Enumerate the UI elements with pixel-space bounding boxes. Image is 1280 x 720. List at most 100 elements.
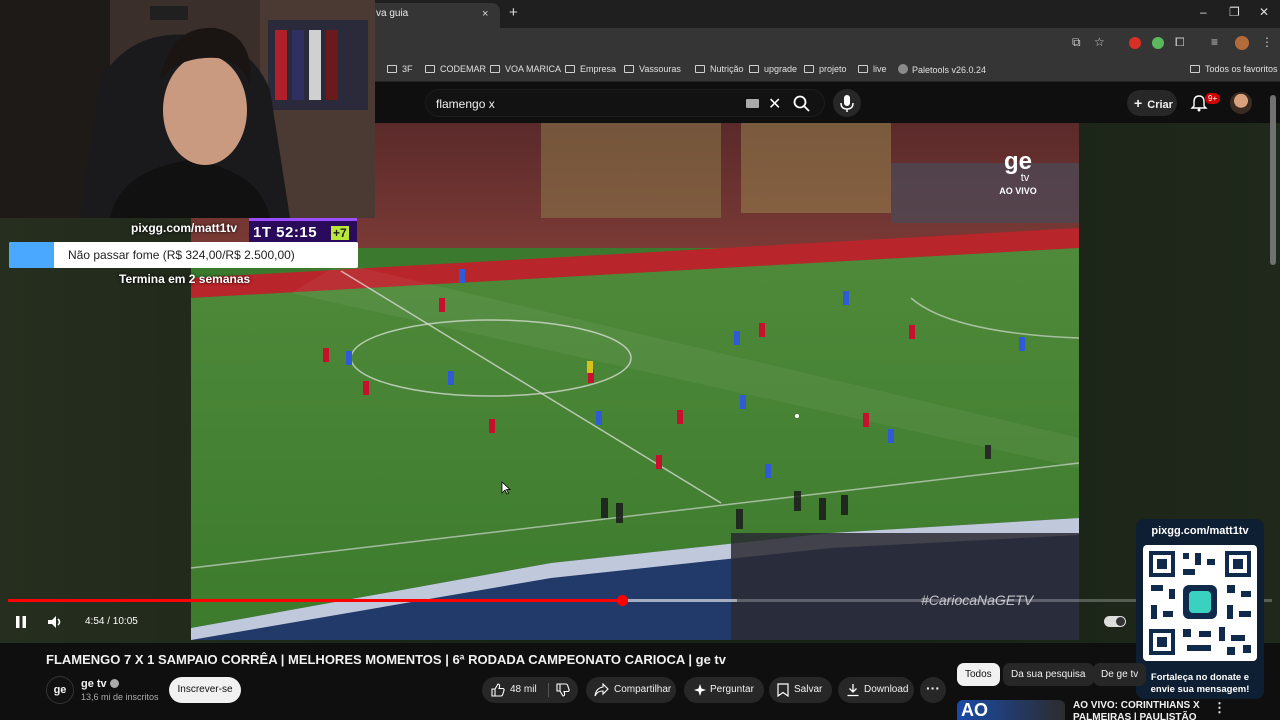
- like-count[interactable]: 48 mil: [510, 677, 537, 703]
- download-label: Download: [864, 684, 909, 695]
- qr-title: pixgg.com/matt1tv: [1151, 525, 1249, 537]
- broadcast-logo-text: ge: [1003, 148, 1032, 175]
- notification-badge: 9+: [1205, 93, 1221, 104]
- qr-code-image: [1143, 545, 1257, 661]
- extension-red-icon[interactable]: [1129, 37, 1141, 49]
- like-divider: [548, 683, 549, 697]
- restore-button[interactable]: ❐: [1229, 5, 1240, 19]
- folder-icon: [624, 65, 634, 73]
- ask-label: Perguntar: [710, 684, 754, 695]
- bookmark-star-icon[interactable]: ☆: [1094, 35, 1105, 49]
- globe-icon: [898, 64, 908, 74]
- mouse-cursor-icon: [501, 481, 511, 495]
- browser-tab[interactable]: va guia ×: [375, 3, 500, 28]
- bookmark-label: 3F: [402, 64, 413, 74]
- extension-green-icon[interactable]: [1152, 37, 1164, 49]
- page-scrollbar[interactable]: [1270, 95, 1276, 265]
- dislike-icon[interactable]: [556, 683, 570, 697]
- folder-icon: [858, 65, 868, 73]
- folder-icon: [425, 65, 435, 73]
- related-video-menu-icon[interactable]: ⋮: [1213, 700, 1226, 716]
- save-label: Salvar: [794, 684, 823, 695]
- related-video-thumbnail[interactable]: AO: [957, 700, 1065, 720]
- profile-avatar-icon[interactable]: [1235, 36, 1249, 50]
- share-label: Compartilhar: [614, 684, 672, 695]
- progress-bar[interactable]: [8, 595, 1272, 606]
- broadcast-logo: ge tv AO VIVO: [993, 148, 1043, 197]
- qr-message-line1: Fortaleça no donate e: [1150, 672, 1250, 683]
- media-control-icon[interactable]: ≡: [1211, 35, 1218, 49]
- search-input[interactable]: [436, 97, 736, 111]
- clear-search-icon[interactable]: ✕: [768, 94, 781, 114]
- share-button[interactable]: Compartilhar: [586, 677, 676, 703]
- qr-message-line2: envie sua mensagem!: [1150, 684, 1250, 695]
- chip-all[interactable]: Todos: [957, 663, 1000, 686]
- folder-icon: [565, 65, 575, 73]
- ask-button[interactable]: Perguntar: [684, 677, 764, 703]
- bookmark-item[interactable]: CODEMAR: [425, 64, 486, 74]
- match-clock-time: 1T 52:15: [253, 224, 318, 241]
- bookmark-item[interactable]: live: [858, 64, 887, 74]
- new-tab-button[interactable]: +: [509, 4, 518, 21]
- create-button[interactable]: + Criar: [1127, 90, 1177, 116]
- browser-toolbar: ⧉ ☆ ⧠ ≡ ⋮: [375, 28, 1280, 58]
- pause-icon[interactable]: [12, 613, 30, 631]
- bookmark-label: live: [873, 64, 887, 74]
- chip-from-search[interactable]: Da sua pesquisa: [1003, 663, 1094, 686]
- search-icon[interactable]: [792, 94, 812, 114]
- match-stoppage-time: +7: [331, 226, 349, 240]
- bookmark-icon: [777, 683, 789, 697]
- folder-icon: [804, 65, 814, 73]
- channel-name[interactable]: ge tv: [81, 678, 119, 690]
- bookmarks-bar: Todos os favoritos 3F CODEMAR VOA MARICA Em…: [375, 58, 1280, 82]
- bookmark-item[interactable]: Paletools v26.0.24: [898, 64, 986, 75]
- tab-close-icon[interactable]: ×: [482, 3, 488, 25]
- subscribe-button[interactable]: Inscrever-se: [169, 677, 241, 703]
- folder-icon: [1190, 65, 1200, 73]
- more-actions-button[interactable]: ···: [920, 677, 946, 703]
- bookmark-item[interactable]: Vassouras: [624, 64, 681, 74]
- bookmark-item[interactable]: projeto: [804, 64, 847, 74]
- related-video-title[interactable]: AO VIVO: CORINTHIANS X PALMEIRAS | PAULI…: [1073, 700, 1213, 720]
- bookmark-item[interactable]: upgrade: [749, 64, 797, 74]
- bookmark-item[interactable]: Empresa: [565, 64, 616, 74]
- chip-from-channel[interactable]: De ge tv: [1093, 663, 1147, 686]
- autoplay-toggle[interactable]: [1104, 616, 1126, 627]
- bookmark-item[interactable]: VOA MARICA: [490, 64, 561, 74]
- folder-icon: [695, 65, 705, 73]
- bookmark-label: Empresa: [580, 64, 617, 74]
- progress-scrubber-handle[interactable]: [617, 595, 629, 606]
- browser-menu-icon[interactable]: ⋮: [1261, 35, 1273, 49]
- streamer-webcam: [0, 0, 375, 218]
- volume-icon[interactable]: [46, 613, 64, 631]
- all-bookmarks-label: Todos os favoritos: [1205, 64, 1278, 74]
- download-button[interactable]: Download: [838, 677, 914, 703]
- bookmark-label: projeto: [819, 64, 847, 74]
- all-bookmarks[interactable]: Todos os favoritos: [1190, 64, 1278, 74]
- channel-avatar[interactable]: ge: [46, 676, 74, 704]
- video-title: FLAMENGO 7 X 1 SAMPAIO CORRÊA | MELHORES…: [46, 652, 726, 667]
- time-display: 4:54 / 10:05: [85, 616, 138, 627]
- like-icon[interactable]: [491, 683, 505, 697]
- folder-icon: [387, 65, 397, 73]
- close-window-button[interactable]: ✕: [1259, 5, 1269, 19]
- donation-qr-panel: pixgg.com/matt1tv Fortaleça no donate e …: [1136, 519, 1264, 699]
- donation-url: pixgg.com/matt1tv: [131, 221, 238, 235]
- install-app-icon[interactable]: ⧉: [1072, 35, 1081, 50]
- search-box[interactable]: ✕: [425, 89, 825, 117]
- player-controls: 4:54 / 10:05: [0, 595, 1280, 643]
- bookmark-label: Vassouras: [639, 64, 681, 74]
- donation-goal-deadline: Termina em 2 semanas: [119, 272, 251, 286]
- progress-played: [8, 599, 623, 602]
- bookmark-item[interactable]: 3F: [387, 64, 413, 74]
- bookmark-item[interactable]: Nutrição: [695, 64, 744, 74]
- donation-goal-text: Não passar fome (R$ 324,00/R$ 2.500,00): [68, 248, 295, 262]
- minimize-button[interactable]: –: [1200, 5, 1207, 19]
- voice-search-button[interactable]: [833, 89, 861, 117]
- account-avatar[interactable]: [1230, 92, 1252, 114]
- webcam-feed: [0, 0, 375, 218]
- extensions-puzzle-icon[interactable]: ⧠: [1175, 35, 1185, 50]
- save-button[interactable]: Salvar: [769, 677, 832, 703]
- keyboard-icon[interactable]: [746, 99, 759, 108]
- bookmark-label: CODEMAR: [440, 64, 487, 74]
